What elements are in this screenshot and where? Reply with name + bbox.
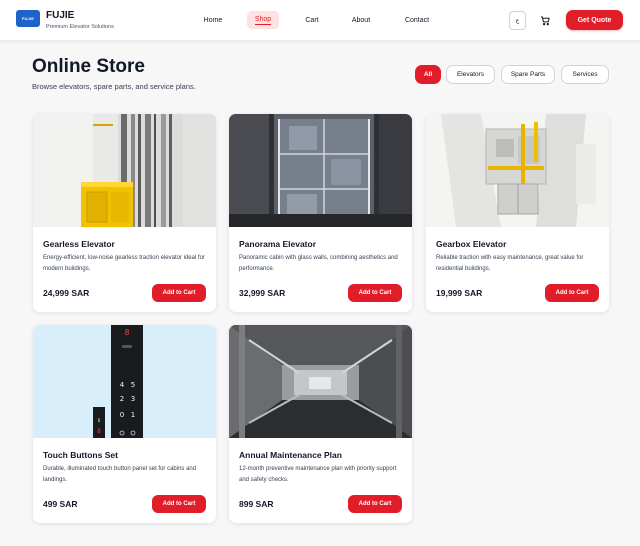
cart-icon[interactable] (537, 12, 553, 28)
nav-cart[interactable]: Cart (300, 11, 324, 29)
product-name: Panorama Elevator (239, 239, 317, 249)
product-name: Annual Maintenance Plan (239, 450, 342, 460)
add-to-cart-button[interactable]: Add to Cart (348, 284, 402, 302)
page-title: Online Store (32, 56, 145, 77)
filter-all[interactable]: All (415, 65, 441, 84)
logo-text: FUJIE (21, 16, 35, 21)
nav-shop-label: Shop (254, 15, 272, 25)
product-price: 899 SAR (239, 499, 274, 509)
product-card: Gearbox Elevator Reliable traction with … (426, 114, 609, 312)
add-to-cart-button[interactable]: Add to Cart (152, 284, 206, 302)
panel-button-1[interactable]: 1 (131, 411, 135, 419)
panel-button-3[interactable]: 3 (131, 395, 135, 403)
brand-name: FUJIE (46, 10, 75, 21)
product-price: 499 SAR (43, 499, 78, 509)
top-navbar: FUJIE FUJIE Premium Elevator Solutions H… (0, 0, 640, 41)
filter-elevators[interactable]: Elevators (446, 65, 495, 84)
product-card: Panorama Elevator Panoramic cabin with g… (229, 114, 412, 312)
product-name: Gearless Elevator (43, 239, 115, 249)
add-to-cart-button[interactable]: Add to Cart (152, 495, 206, 513)
panel-button-5[interactable]: 5 (131, 381, 135, 389)
product-price: 19,999 SAR (436, 288, 483, 298)
product-name: Touch Buttons Set (43, 450, 118, 460)
product-description: 12-month preventive maintenance plan wit… (239, 466, 397, 483)
product-image[interactable] (229, 325, 412, 438)
product-price: 24,999 SAR (43, 288, 90, 298)
nav-contact[interactable]: Contact (399, 11, 435, 29)
product-description: Panoramic cabin with glass walls, combin… (239, 255, 398, 272)
product-image[interactable] (229, 114, 412, 227)
brand-tagline: Premium Elevator Solutions (46, 24, 114, 30)
nav-shop[interactable]: Shop (247, 11, 279, 29)
product-price: 32,999 SAR (239, 288, 286, 298)
product-card: 8 4 5 2 3 0 1 ⇕ 8 Touch Buttons Set Dura… (33, 325, 216, 523)
nav-about[interactable]: About (347, 11, 375, 29)
product-image[interactable] (426, 114, 609, 227)
panel-button-2[interactable]: 2 (120, 395, 124, 403)
add-to-cart-button[interactable]: Add to Cart (348, 495, 402, 513)
panel-button-4[interactable]: 4 (120, 381, 125, 389)
svg-text:⇕: ⇕ (97, 418, 101, 424)
product-card: Annual Maintenance Plan 12-month prevent… (229, 325, 412, 523)
product-description: Energy-efficient, low-noise gearless tra… (43, 255, 205, 272)
product-image[interactable] (33, 114, 216, 227)
get-quote-button[interactable]: Get Quote (566, 10, 623, 30)
product-image[interactable]: 8 4 5 2 3 0 1 ⇕ 8 (33, 325, 216, 438)
product-card: Gearless Elevator Energy-efficient, low-… (33, 114, 216, 312)
filter-spare-parts[interactable]: Spare Parts (501, 65, 555, 84)
language-toggle-button[interactable]: ع (509, 11, 526, 30)
nav-home[interactable]: Home (198, 11, 228, 29)
product-description: Reliable traction with easy maintenance,… (436, 255, 584, 272)
landing-display: 8 (97, 428, 101, 435)
filter-services[interactable]: Services (561, 65, 609, 84)
product-name: Gearbox Elevator (436, 239, 507, 249)
floor-display: 8 (125, 328, 130, 337)
panel-button-0[interactable]: 0 (120, 411, 124, 419)
add-to-cart-button[interactable]: Add to Cart (545, 284, 599, 302)
product-description: Durable, illuminated touch button panel … (43, 466, 197, 483)
brand-logo[interactable]: FUJIE (16, 10, 40, 27)
page-subtitle: Browse elevators, spare parts, and servi… (32, 82, 196, 91)
